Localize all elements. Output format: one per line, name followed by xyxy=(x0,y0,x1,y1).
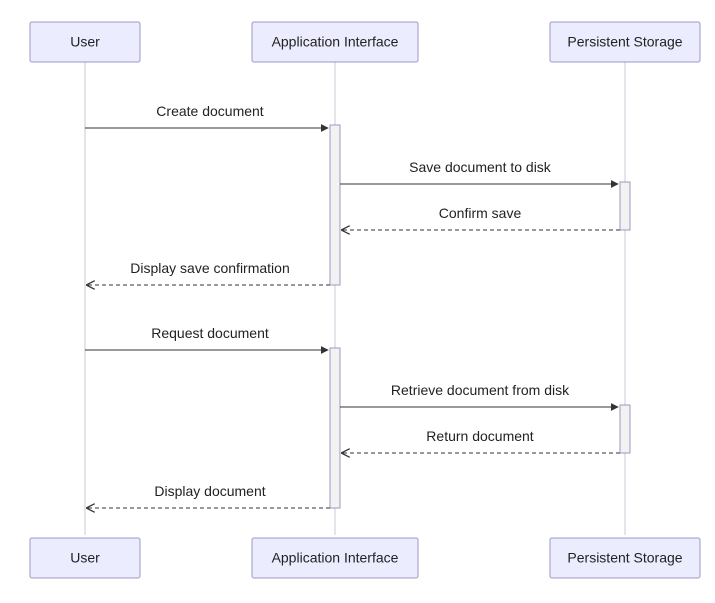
msg-create-document-label: Create document xyxy=(156,103,264,119)
actor-storage-label: Persistent Storage xyxy=(567,34,682,50)
msg-return-document-label: Return document xyxy=(426,428,534,444)
actor-user-bottom: User xyxy=(30,538,140,578)
sequence-diagram: User Application Interface Persistent St… xyxy=(0,0,715,603)
activation-storage-2 xyxy=(620,405,630,453)
actor-user-label-bottom: User xyxy=(70,550,100,566)
actor-app-label-bottom: Application Interface xyxy=(272,550,399,566)
actor-storage-top: Persistent Storage xyxy=(550,22,700,62)
actor-user-label: User xyxy=(70,34,100,50)
activation-app-2 xyxy=(330,348,340,508)
activation-app-1 xyxy=(330,125,340,285)
msg-request-document-label: Request document xyxy=(151,325,269,341)
msg-display-document-label: Display document xyxy=(154,483,265,499)
actor-storage-label-bottom: Persistent Storage xyxy=(567,550,682,566)
msg-display-save-confirmation-label: Display save confirmation xyxy=(130,260,290,276)
activation-storage-1 xyxy=(620,182,630,230)
actor-storage-bottom: Persistent Storage xyxy=(550,538,700,578)
actor-user-top: User xyxy=(30,22,140,62)
msg-confirm-save-label: Confirm save xyxy=(439,205,522,221)
actor-app-label: Application Interface xyxy=(272,34,399,50)
msg-retrieve-from-disk-label: Retrieve document from disk xyxy=(391,382,570,398)
actor-app-top: Application Interface xyxy=(252,22,418,62)
actor-app-bottom: Application Interface xyxy=(252,538,418,578)
msg-save-to-disk-label: Save document to disk xyxy=(409,159,552,175)
